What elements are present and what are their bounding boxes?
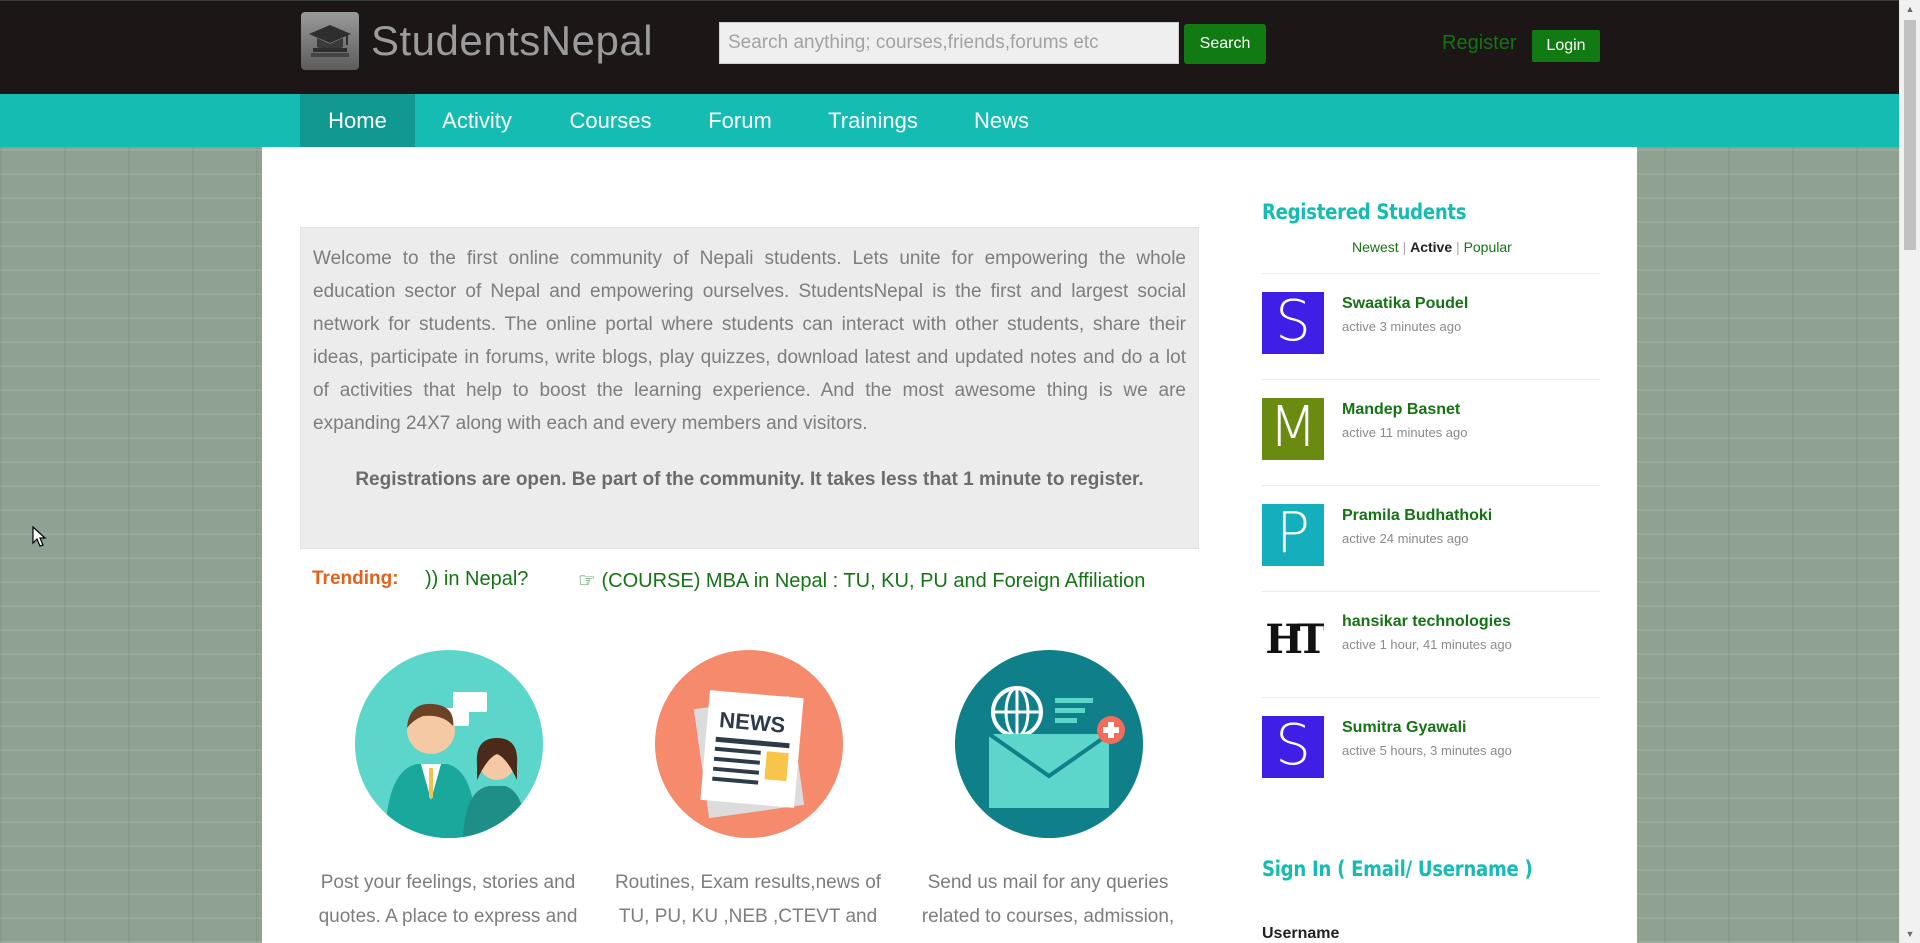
avatar[interactable]: S	[1262, 716, 1324, 778]
divider	[1262, 273, 1600, 274]
member-item[interactable]: S Sumitra Gyawali active 5 hours, 3 minu…	[1262, 716, 1600, 780]
scroll-down-icon[interactable]: ▼	[1904, 928, 1916, 940]
tab-popular[interactable]: Popular	[1464, 239, 1512, 255]
feature-text: Routines, Exam results,news of TU, PU, K…	[614, 872, 882, 927]
member-name[interactable]: hansikar technologies	[1342, 613, 1511, 631]
mail-globe-icon[interactable]	[955, 650, 1143, 838]
nav-activity[interactable]: Activity	[415, 94, 539, 147]
main-nav: Home Activity Courses Forum Trainings Ne…	[0, 94, 1899, 147]
nav-home[interactable]: Home	[300, 94, 415, 147]
register-link[interactable]: Register	[1442, 32, 1516, 55]
registered-students-title: Registered Students	[1262, 200, 1467, 224]
username-label: Username	[1262, 925, 1340, 942]
nav-forum[interactable]: Forum	[682, 94, 798, 147]
mouse-cursor-icon	[32, 526, 47, 547]
site-logo[interactable]: StudentsNepal	[301, 12, 653, 70]
divider	[1262, 591, 1600, 592]
member-item[interactable]: S Swaatika Poudel active 3 minutes ago	[1262, 292, 1600, 356]
member-item[interactable]: HT hansikar technologies active 1 hour, …	[1262, 610, 1600, 674]
divider	[1262, 379, 1600, 380]
graduation-cap-icon	[301, 12, 359, 70]
login-button[interactable]: Login	[1532, 30, 1600, 62]
member-last-active: active 1 hour, 41 minutes ago	[1342, 637, 1512, 652]
avatar[interactable]: M	[1262, 398, 1324, 460]
sign-in-title: Sign In ( Email/ Username )	[1262, 857, 1533, 881]
scroll-up-icon[interactable]: ▲	[1904, 3, 1916, 15]
feature-text: Send us mail for any queries related to …	[921, 872, 1175, 927]
nav-trainings[interactable]: Trainings	[798, 94, 948, 147]
people-chat-icon[interactable]	[355, 650, 543, 838]
member-name[interactable]: Mandep Basnet	[1342, 401, 1460, 419]
tab-separator: |	[1402, 239, 1407, 255]
member-last-active: active 5 hours, 3 minutes ago	[1342, 743, 1512, 758]
search-button[interactable]: Search	[1184, 24, 1266, 64]
scroll-thumb[interactable]	[1904, 20, 1916, 250]
trending-label: Trending:	[312, 568, 399, 589]
tab-active[interactable]: Active	[1410, 239, 1452, 255]
member-name[interactable]: Sumitra Gyawali	[1342, 719, 1467, 737]
member-item[interactable]: M Mandep Basnet active 11 minutes ago	[1262, 398, 1600, 462]
welcome-box: Welcome to the first online community of…	[300, 227, 1199, 549]
member-last-active: active 11 minutes ago	[1342, 425, 1468, 440]
nav-courses[interactable]: Courses	[539, 94, 682, 147]
member-filter-tabs: Newest | Active | Popular	[1352, 239, 1512, 255]
member-item[interactable]: P Pramila Budhathoki active 24 minutes a…	[1262, 504, 1600, 568]
news-icon[interactable]: NEWS	[655, 650, 843, 838]
tab-newest[interactable]: Newest	[1352, 239, 1399, 255]
top-header: StudentsNepal Search Register Login	[0, 0, 1899, 94]
avatar[interactable]: P	[1262, 504, 1324, 566]
divider	[1262, 697, 1600, 698]
trending-item[interactable]: ☞ (COURSE) MBA in Nepal : TU, KU, PU and…	[578, 568, 1145, 593]
tab-separator: |	[1456, 239, 1460, 255]
trending-item[interactable]: )) in Nepal?	[425, 568, 528, 591]
search-input[interactable]	[719, 22, 1179, 64]
member-last-active: active 3 minutes ago	[1342, 319, 1462, 334]
divider	[1262, 485, 1600, 486]
member-name[interactable]: Pramila Budhathoki	[1342, 507, 1492, 525]
member-name[interactable]: Swaatika Poudel	[1342, 295, 1468, 313]
feature-text: Post your feelings, stories and quotes. …	[318, 872, 578, 927]
avatar[interactable]: S	[1262, 292, 1324, 354]
avatar[interactable]: HT	[1262, 610, 1324, 672]
registration-cta: Registrations are open. Be part of the c…	[355, 469, 1144, 490]
member-last-active: active 24 minutes ago	[1342, 531, 1469, 546]
nav-news[interactable]: News	[948, 94, 1055, 147]
logo-text: StudentsNepal	[371, 17, 654, 64]
welcome-text: Welcome to the first online community of…	[313, 248, 1186, 434]
